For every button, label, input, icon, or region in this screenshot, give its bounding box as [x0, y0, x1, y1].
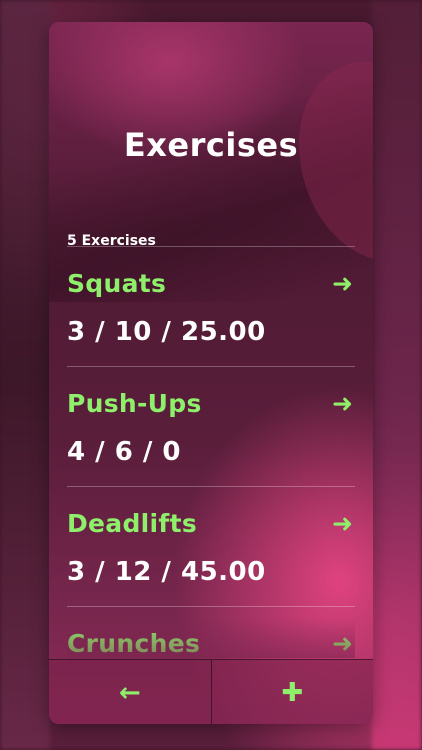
background-edge-left	[0, 0, 50, 750]
exercise-name: Squats	[67, 269, 167, 298]
arrow-right-icon[interactable]: ➜	[332, 269, 353, 298]
exercise-row-crunches[interactable]: Crunches ➜	[67, 606, 355, 658]
exercise-row-deadlifts[interactable]: Deadlifts ➜ 3 / 12 / 45.00	[67, 486, 355, 606]
exercise-stats: 3 / 12 / 45.00	[67, 557, 266, 587]
exercise-name: Push-Ups	[67, 389, 202, 418]
exercise-name: Crunches	[67, 629, 201, 658]
page-title: Exercises	[123, 126, 299, 164]
back-button[interactable]: ←	[49, 660, 211, 724]
arrow-right-icon[interactable]: ➜	[332, 509, 353, 538]
arrow-right-icon[interactable]: ➜	[332, 389, 353, 418]
exercise-row-push-ups[interactable]: Push-Ups ➜ 4 / 6 / 0	[67, 366, 355, 486]
exercise-name: Deadlifts	[67, 509, 198, 538]
plus-icon: ✚	[281, 677, 304, 708]
arrow-left-icon: ←	[118, 677, 141, 708]
exercise-row-squats[interactable]: Squats ➜ 3 / 10 / 25.00	[67, 246, 355, 366]
arrow-right-icon[interactable]: ➜	[332, 629, 353, 658]
bottom-toolbar: ← ✚	[49, 659, 373, 724]
add-exercise-button[interactable]: ✚	[210, 660, 374, 724]
exercise-stats: 3 / 10 / 25.00	[67, 317, 266, 347]
background-edge-right	[372, 0, 422, 750]
exercise-list[interactable]: Squats ➜ 3 / 10 / 25.00 Push-Ups ➜ 4 / 6…	[67, 246, 355, 658]
exercise-stats: 4 / 6 / 0	[67, 437, 181, 467]
exercises-card: Exercises 5 Exercises Squats ➜ 3 / 10 / …	[49, 22, 373, 724]
